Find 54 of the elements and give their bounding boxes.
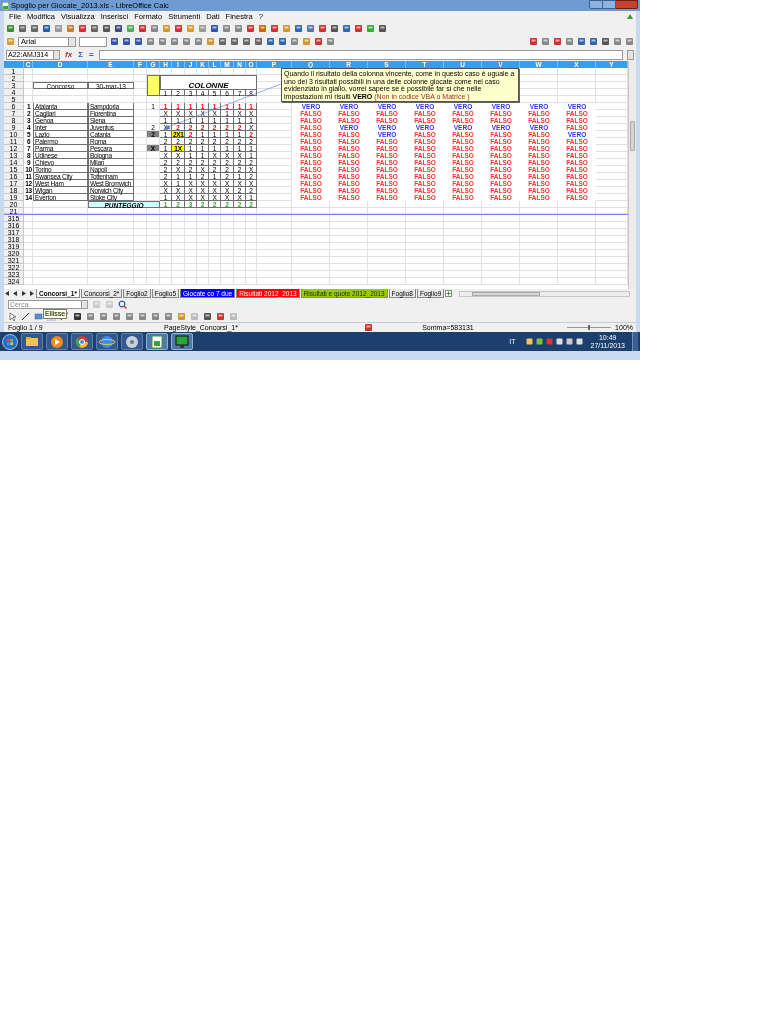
toolbar-button[interactable]: Σ	[77, 50, 84, 59]
line-icon[interactable]	[21, 311, 30, 321]
toolbar-button[interactable]: fx	[64, 50, 74, 59]
toolbar-icon[interactable]	[230, 37, 239, 46]
search-icon[interactable]	[118, 299, 127, 309]
toolbar-icon[interactable]	[30, 24, 39, 33]
toolbar-icon[interactable]	[342, 24, 351, 33]
toolbar-icon[interactable]	[278, 37, 287, 46]
taskbar-button[interactable]	[146, 333, 168, 350]
expand-button[interactable]	[627, 49, 634, 60]
toolbar-icon[interactable]	[73, 311, 82, 321]
rectangle-icon[interactable]	[34, 311, 43, 321]
toolbar-icon[interactable]	[122, 37, 131, 46]
toolbar-icon[interactable]	[577, 37, 586, 46]
toolbar-icon[interactable]	[110, 37, 119, 46]
taskbar-button[interactable]	[46, 333, 68, 350]
toolbar-icon[interactable]	[134, 37, 143, 46]
taskbar-button[interactable]	[21, 333, 43, 350]
close-button[interactable]	[616, 0, 638, 9]
maximize-button[interactable]	[603, 0, 616, 9]
toolbar-icon[interactable]	[601, 37, 610, 46]
toolbar-icon[interactable]	[254, 37, 263, 46]
pointer-icon[interactable]	[8, 311, 17, 321]
triangle-icon[interactable]	[626, 13, 634, 20]
font-size-field[interactable]	[79, 36, 107, 47]
minimize-button[interactable]	[589, 0, 603, 9]
toolbar-icon[interactable]	[589, 37, 598, 46]
toolbar-icon[interactable]	[218, 37, 227, 46]
highlighted-cell	[147, 75, 160, 96]
toolbar-icon[interactable]	[18, 24, 27, 33]
taskbar-button[interactable]	[171, 333, 193, 350]
toolbar-icon[interactable]	[378, 24, 387, 33]
plus-icon[interactable]	[445, 290, 453, 297]
toolbar-icon[interactable]	[203, 311, 212, 321]
monitor-icon	[173, 332, 191, 351]
toolbar-icon[interactable]	[210, 24, 219, 33]
toolbar-icon[interactable]	[330, 24, 339, 33]
toolbar-icon[interactable]	[266, 37, 275, 46]
toolbar-button[interactable]: =	[87, 50, 95, 59]
taskbar-button[interactable]	[121, 333, 143, 350]
taskbar-button[interactable]	[71, 333, 93, 350]
start-button[interactable]	[2, 333, 18, 350]
toolbar-icon[interactable]	[90, 24, 99, 33]
spreadsheet-icon	[2, 1, 9, 10]
vertical-scrollbar[interactable]	[628, 61, 636, 289]
formula-input[interactable]	[98, 49, 623, 60]
toolbar-icon[interactable]	[102, 24, 111, 33]
toolbar-icon[interactable]	[114, 24, 123, 33]
spreadsheet-icon	[148, 332, 166, 351]
toolbar-icon[interactable]	[242, 37, 251, 46]
toolbar-icon[interactable]	[294, 24, 303, 33]
horizontal-scrollbar[interactable]	[459, 290, 630, 297]
taskbar-button[interactable]	[96, 333, 118, 350]
toolbar-icon[interactable]	[42, 24, 51, 33]
